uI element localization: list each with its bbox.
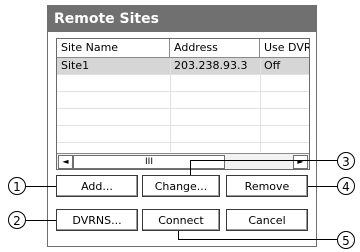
dialog-title: Remote Sites [48, 6, 316, 32]
grid-line [260, 58, 261, 152]
cancel-button[interactable]: Cancel [226, 209, 308, 231]
callout-2-leader [26, 220, 56, 221]
callout-2: 2 [8, 211, 26, 229]
callout-4: 4 [337, 177, 355, 195]
callout-3-leader [190, 160, 337, 161]
connect-button[interactable]: Connect [142, 209, 220, 231]
callout-5-leader [178, 239, 337, 240]
callout-3-leader [190, 160, 191, 175]
horizontal-scrollbar[interactable]: ◄ III ► [57, 153, 309, 169]
empty-row [57, 109, 309, 126]
list-header: Site Name Address Use DVR [57, 39, 309, 58]
callout-1: 1 [8, 177, 26, 195]
remove-button[interactable]: Remove [226, 175, 308, 197]
figure: Remote Sites Site Name Address Use DVR S… [0, 0, 360, 252]
scroll-right-arrow-icon[interactable]: ► [293, 155, 308, 169]
sites-list[interactable]: Site Name Address Use DVR Site1 203.238.… [56, 38, 310, 170]
callout-3: 3 [337, 152, 355, 170]
address-cell: 203.238.93.3 [174, 59, 248, 72]
add-button[interactable]: Add... [56, 175, 138, 197]
change-button[interactable]: Change... [142, 175, 220, 197]
callout-5-leader [178, 231, 179, 240]
callout-4-leader [308, 186, 337, 187]
callout-1-leader [26, 186, 56, 187]
column-header-site-name[interactable]: Site Name [57, 39, 170, 57]
empty-row [57, 92, 309, 109]
table-row[interactable]: Site1 203.238.93.3 Off [57, 58, 309, 75]
site-name-cell: Site1 [61, 59, 90, 72]
use-dvr-cell: Off [264, 59, 281, 72]
scroll-left-arrow-icon[interactable]: ◄ [58, 155, 73, 169]
remote-sites-dialog: Remote Sites Site Name Address Use DVR S… [47, 5, 317, 247]
column-header-use-dvr[interactable]: Use DVR [260, 39, 309, 57]
dvrns-button[interactable]: DVRNS... [56, 209, 138, 231]
empty-row [57, 126, 309, 143]
scroll-thumb[interactable]: III [73, 155, 225, 169]
empty-row [57, 75, 309, 92]
column-header-address[interactable]: Address [170, 39, 260, 57]
callout-5: 5 [337, 231, 355, 249]
grid-line [170, 58, 171, 152]
